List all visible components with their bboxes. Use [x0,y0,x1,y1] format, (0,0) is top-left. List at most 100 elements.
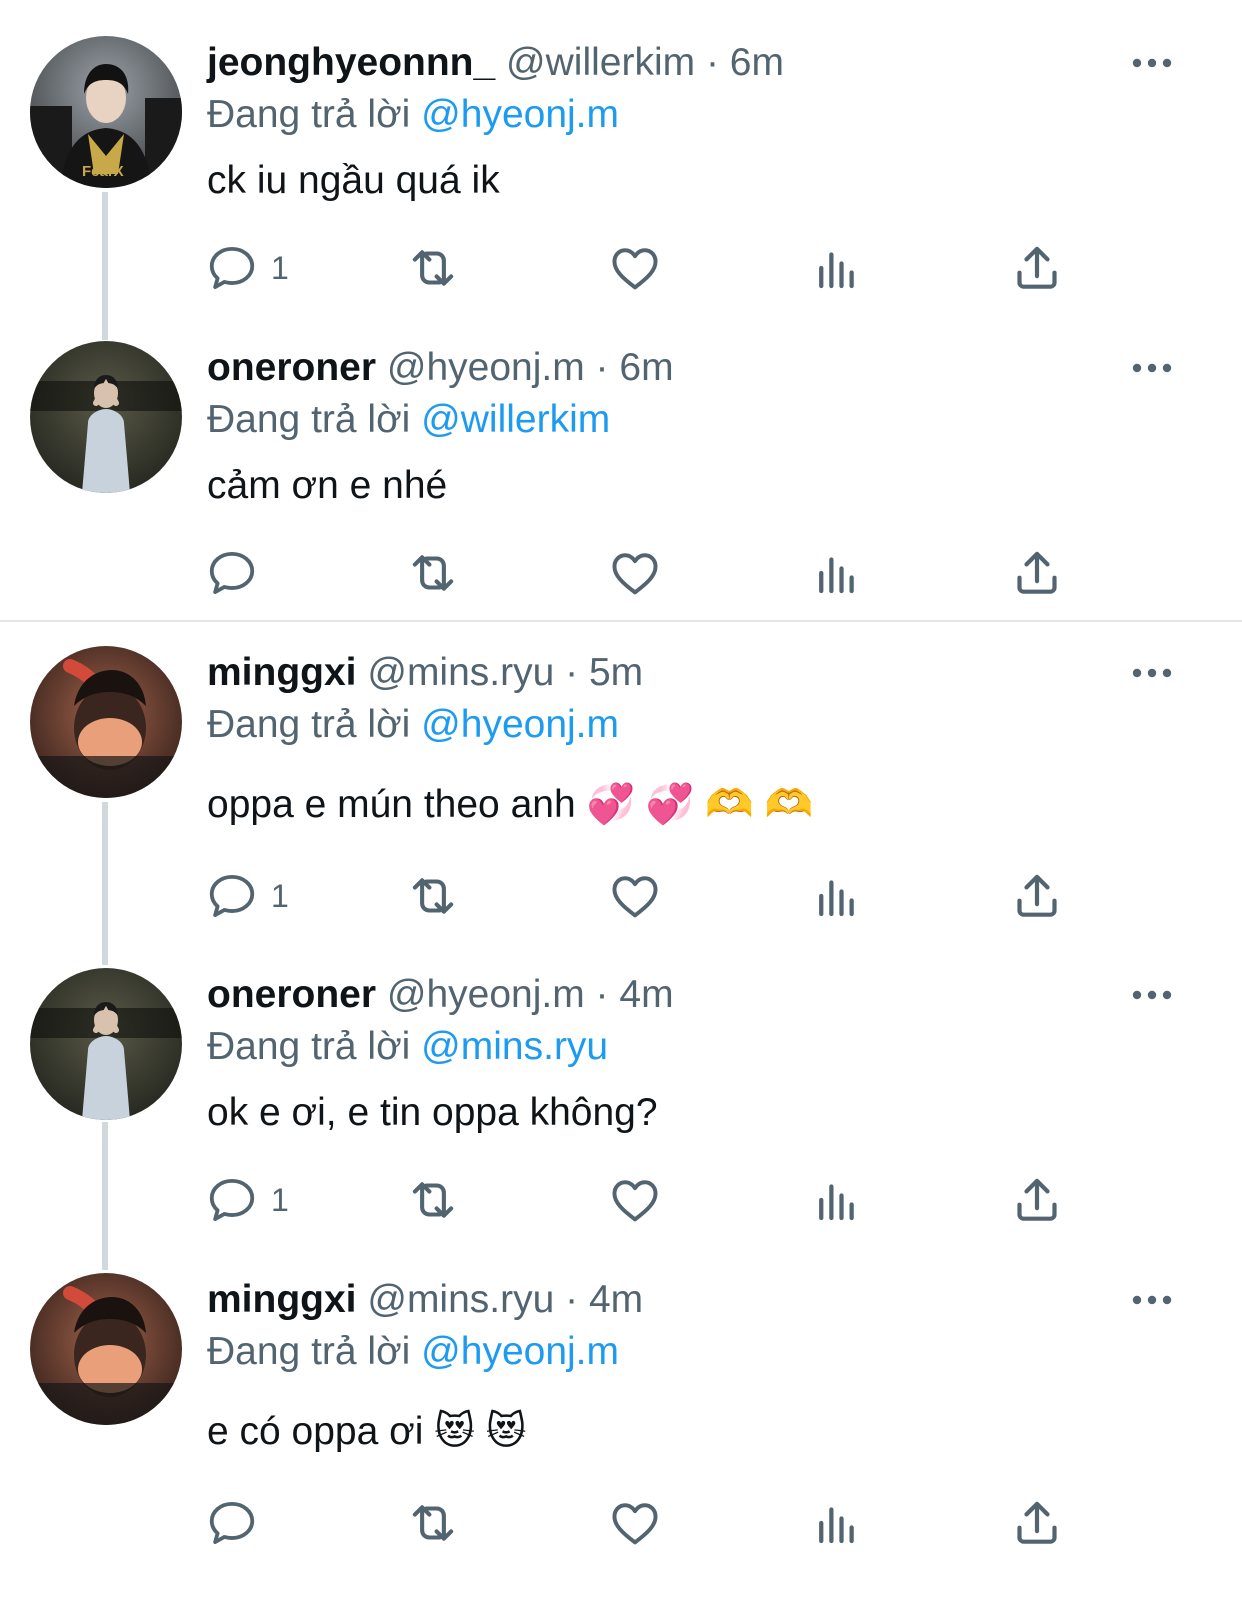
reply-button[interactable]: 1 [205,1172,289,1228]
tweet-text: ok e ơi, e tin oppa không? [207,1091,658,1134]
reply-count: 1 [271,877,289,914]
share-icon [1009,868,1065,924]
timestamp[interactable]: 4m [589,1278,643,1321]
reply-icon [205,1496,259,1550]
tweet[interactable]: oneroner @hyeonj.m · 6m Đang trả lời @wi… [0,305,1242,620]
separator: · [554,651,589,694]
tweet-text: ck iu ngầu quá ik [207,159,500,202]
action-bar [0,545,1242,605]
tweet-text: cảm ơn e nhé [207,464,448,507]
retweet-button[interactable] [404,868,462,924]
replying-to: Đang trả lời @willerkim [207,397,610,443]
share-button[interactable] [1009,868,1065,924]
reply-button[interactable] [205,1495,271,1551]
like-button[interactable] [607,240,663,296]
reply-prefix: Đang trả lời [207,1330,411,1373]
avatar[interactable] [30,968,182,1120]
like-icon [607,240,663,296]
action-bar: 1 [0,1172,1242,1232]
reply-prefix: Đang trả lời [207,1025,411,1068]
like-icon [607,1495,663,1551]
timestamp[interactable]: 6m [619,346,673,389]
views-button[interactable] [810,240,864,296]
share-button[interactable] [1009,545,1065,601]
avatar[interactable] [30,341,182,493]
more-icon[interactable] [1130,988,1174,1002]
handle[interactable]: @mins.ryu [367,1278,554,1321]
reply-button[interactable]: 1 [205,868,289,924]
reply-icon [205,869,259,923]
tweet-header: oneroner @hyeonj.m · 4m [207,972,674,1018]
retweet-icon [404,1171,462,1229]
handle[interactable]: @willerkim [506,41,695,84]
retweet-icon [404,1494,462,1552]
reply-mention[interactable]: @hyeonj.m [421,1330,619,1373]
reply-mention[interactable]: @hyeonj.m [421,703,619,746]
like-button[interactable] [607,1172,663,1228]
tweet-header: oneroner @hyeonj.m · 6m [207,345,674,391]
tweet[interactable]: minggxi @mins.ryu · 4m Đang trả lời @hye… [0,1237,1242,1606]
retweet-button[interactable] [404,545,462,601]
display-name[interactable]: jeonghyeonnn_ [207,41,495,84]
avatar[interactable] [30,1273,182,1425]
reply-mention[interactable]: @willerkim [421,398,610,441]
timestamp[interactable]: 5m [589,651,643,694]
tweet-text: oppa e mún theo anh 💞 💞 🫶 🫶 [207,783,814,826]
more-icon[interactable] [1130,666,1174,680]
reply-icon [205,1173,259,1227]
avatar[interactable]: FearX [30,36,182,188]
timestamp[interactable]: 6m [730,41,784,84]
separator: · [695,41,730,84]
reply-button[interactable]: 1 [205,240,289,296]
share-button[interactable] [1009,1495,1065,1551]
handle[interactable]: @hyeonj.m [387,973,585,1016]
replying-to: Đang trả lời @hyeonj.m [207,702,619,748]
action-bar: 1 [0,240,1242,300]
views-button[interactable] [810,1495,864,1551]
share-icon [1009,1495,1065,1551]
views-button[interactable] [810,1172,864,1228]
tweet[interactable]: FearX jeonghyeonnn_ @willerkim · 6m Đang… [0,0,1242,320]
svg-text:FearX: FearX [82,163,124,180]
retweet-icon [404,544,462,602]
tweet[interactable]: minggxi @mins.ryu · 5m Đang trả lời @hye… [0,610,1242,940]
reply-button[interactable] [205,545,271,601]
avatar[interactable] [30,646,182,798]
reply-prefix: Đang trả lời [207,398,411,441]
views-button[interactable] [810,868,864,924]
retweet-button[interactable] [404,1495,462,1551]
replying-to: Đang trả lời @hyeonj.m [207,92,619,138]
more-icon[interactable] [1130,361,1174,375]
handle[interactable]: @mins.ryu [367,651,554,694]
share-button[interactable] [1009,1172,1065,1228]
separator: · [584,973,620,1016]
retweet-icon [404,867,462,925]
replying-to: Đang trả lời @hyeonj.m [207,1329,619,1375]
timestamp[interactable]: 4m [619,973,673,1016]
display-name[interactable]: minggxi [207,1278,357,1321]
like-button[interactable] [607,545,663,601]
display-name[interactable]: oneroner [207,346,376,389]
views-button[interactable] [810,545,864,601]
like-button[interactable] [607,1495,663,1551]
display-name[interactable]: minggxi [207,651,357,694]
share-icon [1009,1172,1065,1228]
tweet-header: minggxi @mins.ryu · 4m [207,1277,643,1323]
handle[interactable]: @hyeonj.m [387,346,585,389]
more-icon[interactable] [1130,56,1174,70]
reply-mention[interactable]: @hyeonj.m [421,93,619,136]
share-button[interactable] [1009,240,1065,296]
retweet-button[interactable] [404,240,462,296]
display-name[interactable]: oneroner [207,973,376,1016]
like-icon [607,1172,663,1228]
views-icon [810,241,864,295]
like-icon [607,868,663,924]
reply-icon [205,546,259,600]
reply-icon [205,241,259,295]
tweet[interactable]: oneroner @hyeonj.m · 4m Đang trả lời @mi… [0,932,1242,1242]
separator: · [584,346,620,389]
reply-mention[interactable]: @mins.ryu [421,1025,608,1068]
more-icon[interactable] [1130,1293,1174,1307]
retweet-button[interactable] [404,1172,462,1228]
like-button[interactable] [607,868,663,924]
